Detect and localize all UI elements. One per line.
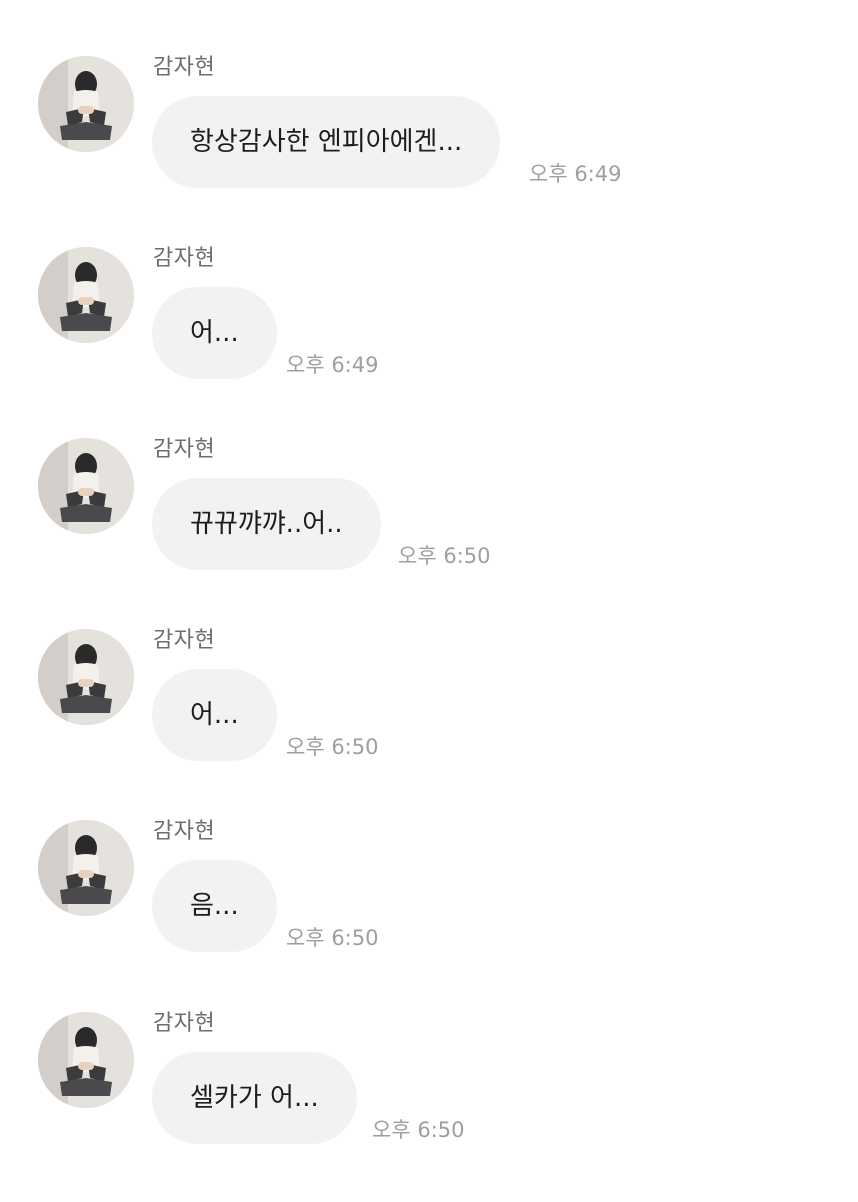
sender-name: 감자현 <box>153 246 216 271</box>
sender-avatar[interactable] <box>38 1012 134 1108</box>
sender-name: 감자현 <box>153 819 216 844</box>
message-timestamp: 오후 6:50 <box>286 926 379 950</box>
profile-photo-icon <box>38 247 134 343</box>
message-timestamp: 오후 6:50 <box>286 735 379 759</box>
chat-message: 감자현 항상감사한 엔피아에겐... 오후 6:49 <box>0 55 858 246</box>
message-bubble[interactable]: 어... <box>152 287 277 379</box>
message-bubble[interactable]: 항상감사한 엔피아에겐... <box>152 96 501 188</box>
chat-message: 감자현 뀨뀨꺄꺄..어.. 오후 6:50 <box>0 437 858 628</box>
sender-name: 감자현 <box>153 437 216 462</box>
sender-avatar[interactable] <box>38 438 134 534</box>
chat-message: 감자현 셀카가 어... 오후 6:50 <box>0 1011 858 1202</box>
profile-photo-icon <box>38 438 134 534</box>
sender-avatar[interactable] <box>38 629 134 725</box>
sender-avatar[interactable] <box>38 247 134 343</box>
message-bubble[interactable]: 어... <box>152 669 277 761</box>
message-timestamp: 오후 6:50 <box>398 544 491 568</box>
chat-message-list[interactable]: 감자현 항상감사한 엔피아에겐... 오후 6:49 감자현 어... 오후 6… <box>0 0 858 1200</box>
sender-avatar[interactable] <box>38 820 134 916</box>
message-bubble[interactable]: 음... <box>152 860 277 952</box>
message-timestamp: 오후 6:49 <box>286 353 379 377</box>
chat-message: 감자현 어... 오후 6:49 <box>0 246 858 437</box>
profile-photo-icon <box>38 56 134 152</box>
profile-photo-icon <box>38 629 134 725</box>
message-bubble[interactable]: 뀨뀨꺄꺄..어.. <box>152 478 381 570</box>
message-timestamp: 오후 6:49 <box>529 162 622 186</box>
chat-message: 감자현 음... 오후 6:50 <box>0 819 858 1010</box>
sender-name: 감자현 <box>153 1011 216 1036</box>
sender-avatar[interactable] <box>38 56 134 152</box>
sender-name: 감자현 <box>153 628 216 653</box>
message-timestamp: 오후 6:50 <box>372 1118 465 1142</box>
profile-photo-icon <box>38 1012 134 1108</box>
chat-message: 감자현 어... 오후 6:50 <box>0 628 858 819</box>
profile-photo-icon <box>38 820 134 916</box>
sender-name: 감자현 <box>153 55 216 80</box>
message-bubble[interactable]: 셀카가 어... <box>152 1052 357 1144</box>
